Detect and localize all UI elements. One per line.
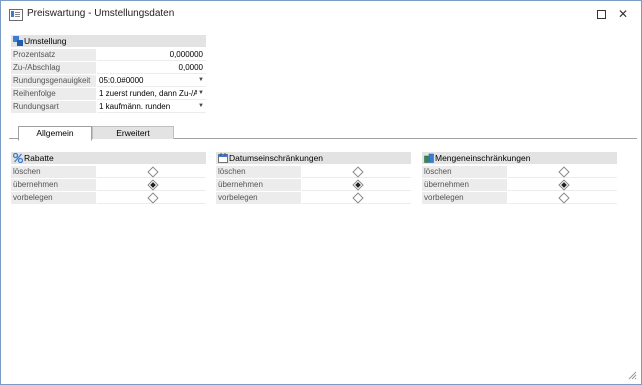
title-bar[interactable]: Preiswartung - Umstellungsdaten ✕ (1, 1, 641, 27)
rundungsart-label: Rundungsart (11, 101, 96, 113)
maximize-icon (596, 9, 606, 19)
mengeneinschraenkungen-header: Mengeneinschränkungen (422, 152, 617, 164)
rundungsart-select[interactable]: 1 kaufmänn. runden ▼ (97, 101, 206, 113)
reihenfolge-value: 1 zuerst runden, dann Zu-/A (99, 89, 199, 98)
rabatte-loeschen-radio[interactable] (97, 166, 206, 178)
menge-vorbelegen-label: vorbelegen (422, 192, 507, 204)
zuabschlag-label: Zu-/Abschlag (11, 62, 96, 74)
menge-uebernehmen-label: übernehmen (422, 179, 507, 191)
conversion-icon (13, 36, 23, 46)
umstellung-title: Umstellung (24, 36, 67, 46)
radio-diamond[interactable] (351, 166, 364, 178)
reihenfolge-label: Reihenfolge (11, 88, 96, 100)
menge-vorbelegen-radio[interactable] (508, 192, 617, 204)
radio-diamond[interactable] (351, 192, 364, 204)
rabatte-vorbelegen-label: vorbelegen (11, 192, 96, 204)
reihenfolge-select[interactable]: 1 zuerst runden, dann Zu-/A ▼ (97, 88, 206, 100)
datumseinschraenkungen-header: Datumseinschränkungen (216, 152, 411, 164)
rundungsgenauigkeit-select[interactable]: 05:0.0#0000 ▼ (97, 75, 206, 87)
mengeneinschraenkungen-title: Mengeneinschränkungen (435, 153, 531, 163)
datum-loeschen-radio[interactable] (302, 166, 411, 178)
datum-vorbelegen-label: vorbelegen (216, 192, 301, 204)
datum-loeschen-label: löschen (216, 166, 301, 178)
window-title: Preiswartung - Umstellungsdaten (27, 8, 175, 19)
app-icon (9, 9, 23, 21)
datum-vorbelegen-radio[interactable] (302, 192, 411, 204)
maximize-button[interactable] (591, 6, 611, 22)
menge-uebernehmen-radio[interactable] (508, 179, 617, 191)
rundungsgenauigkeit-label: Rundungsgenauigkeit (11, 75, 96, 87)
quantity-icon (424, 153, 434, 163)
rabatte-loeschen-label: löschen (11, 166, 96, 178)
radio-diamond[interactable] (557, 192, 570, 204)
prozentsatz-label: Prozentsatz (11, 49, 96, 61)
chevron-down-icon[interactable]: ▼ (197, 89, 205, 98)
prozentsatz-input[interactable]: 0,000000 (97, 49, 206, 61)
radio-diamond[interactable] (146, 166, 159, 178)
radio-diamond-selected[interactable] (146, 179, 159, 191)
rundungsart-value: 1 kaufmänn. runden (99, 102, 171, 111)
rabatte-uebernehmen-label: übernehmen (11, 179, 96, 191)
radio-diamond-selected[interactable] (557, 179, 570, 191)
menge-loeschen-label: löschen (422, 166, 507, 178)
rabatte-title: Rabatte (24, 153, 54, 163)
dialog-window: Preiswartung - Umstellungsdaten ✕ Umstel… (0, 0, 642, 385)
umstellung-header: Umstellung (11, 35, 206, 47)
radio-diamond[interactable] (146, 192, 159, 204)
radio-diamond-selected[interactable] (351, 179, 364, 191)
radio-diamond[interactable] (557, 166, 570, 178)
datum-uebernehmen-label: übernehmen (216, 179, 301, 191)
tab-allgemein[interactable]: Allgemein (18, 126, 92, 141)
chevron-down-icon[interactable]: ▼ (197, 102, 205, 111)
rundungsgenauigkeit-value: 05:0.0#0000 (99, 76, 144, 85)
rabatte-vorbelegen-radio[interactable] (97, 192, 206, 204)
resize-grip-icon[interactable] (627, 370, 637, 380)
calendar-icon (218, 153, 228, 163)
datum-uebernehmen-radio[interactable] (302, 179, 411, 191)
datumseinschraenkungen-title: Datumseinschränkungen (229, 153, 324, 163)
chevron-down-icon[interactable]: ▼ (197, 76, 205, 85)
rabatte-header: Rabatte (11, 152, 206, 164)
tab-erweitert[interactable]: Erweitert (92, 126, 174, 139)
close-button[interactable]: ✕ (613, 6, 633, 22)
rabatte-uebernehmen-radio[interactable] (97, 179, 206, 191)
zuabschlag-input[interactable]: 0,0000 (97, 62, 206, 74)
menge-loeschen-radio[interactable] (508, 166, 617, 178)
percent-icon (13, 153, 23, 163)
